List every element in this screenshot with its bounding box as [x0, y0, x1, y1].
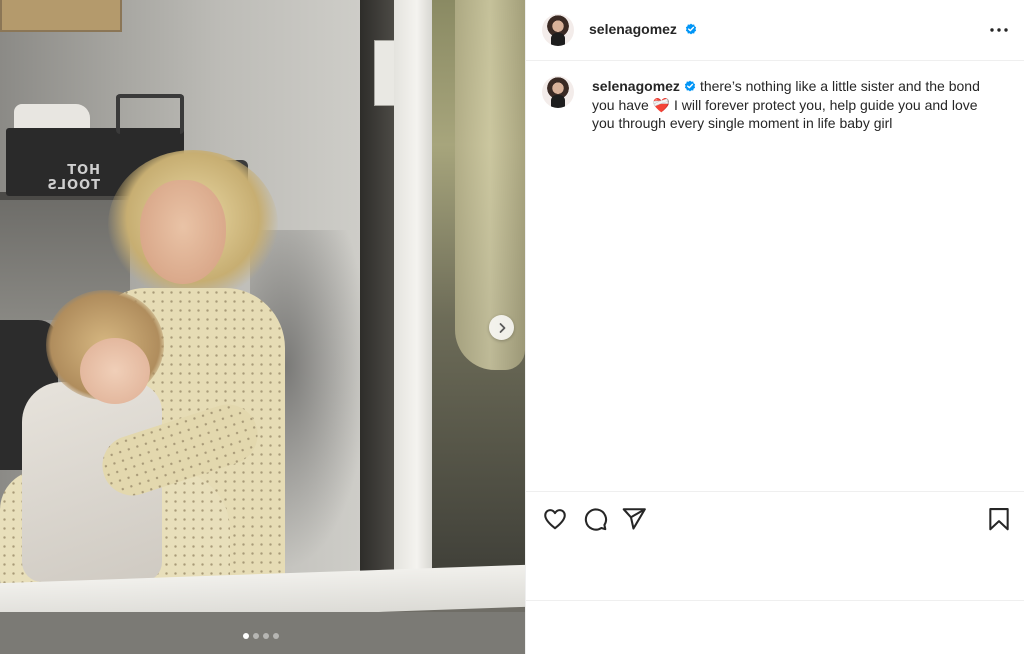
carousel-dot [273, 633, 279, 639]
post-actions-bar [526, 491, 1024, 601]
carousel-next-button[interactable] [489, 315, 514, 340]
photo-door-jamb [394, 0, 432, 580]
avatar[interactable] [542, 14, 574, 46]
like-button[interactable] [542, 506, 568, 532]
verified-badge-icon [686, 23, 697, 35]
photo-door-hinge [374, 40, 396, 106]
share-button[interactable] [621, 506, 647, 532]
bookmark-icon [989, 508, 1009, 531]
comment-button[interactable] [582, 506, 608, 532]
photo-bag-handle [116, 94, 184, 134]
carousel-dot [263, 633, 269, 639]
more-options-button[interactable] [987, 20, 1011, 40]
carousel-indicator [243, 633, 279, 639]
caption-username[interactable]: selenagomez [592, 78, 680, 94]
post-header: selenagomez [526, 0, 1024, 61]
photo-child-face [80, 338, 150, 404]
photo-sign-text: HOT TOOLS [46, 163, 100, 193]
post-side-panel: selenagomez selenagomez there’s nothing … [525, 0, 1024, 654]
header-user: selenagomez [589, 21, 697, 39]
chevron-right-icon [499, 322, 505, 333]
photo-woman-face [140, 180, 226, 284]
carousel-dot [243, 633, 249, 639]
comment-icon [584, 508, 608, 531]
post-caption: selenagomez there’s nothing like a littl… [592, 77, 1002, 133]
share-icon [622, 508, 646, 530]
caption-avatar[interactable] [542, 76, 574, 108]
more-options-icon [990, 28, 1008, 32]
post-photo[interactable]: HOT TOOLS [0, 0, 525, 654]
carousel-dot [253, 633, 259, 639]
heart-icon [544, 509, 566, 530]
save-button[interactable] [986, 506, 1012, 532]
header-username[interactable]: selenagomez [589, 21, 677, 37]
verified-badge-icon [684, 80, 696, 92]
photo-picture-frame [0, 0, 122, 32]
photo-curtain [455, 0, 525, 370]
